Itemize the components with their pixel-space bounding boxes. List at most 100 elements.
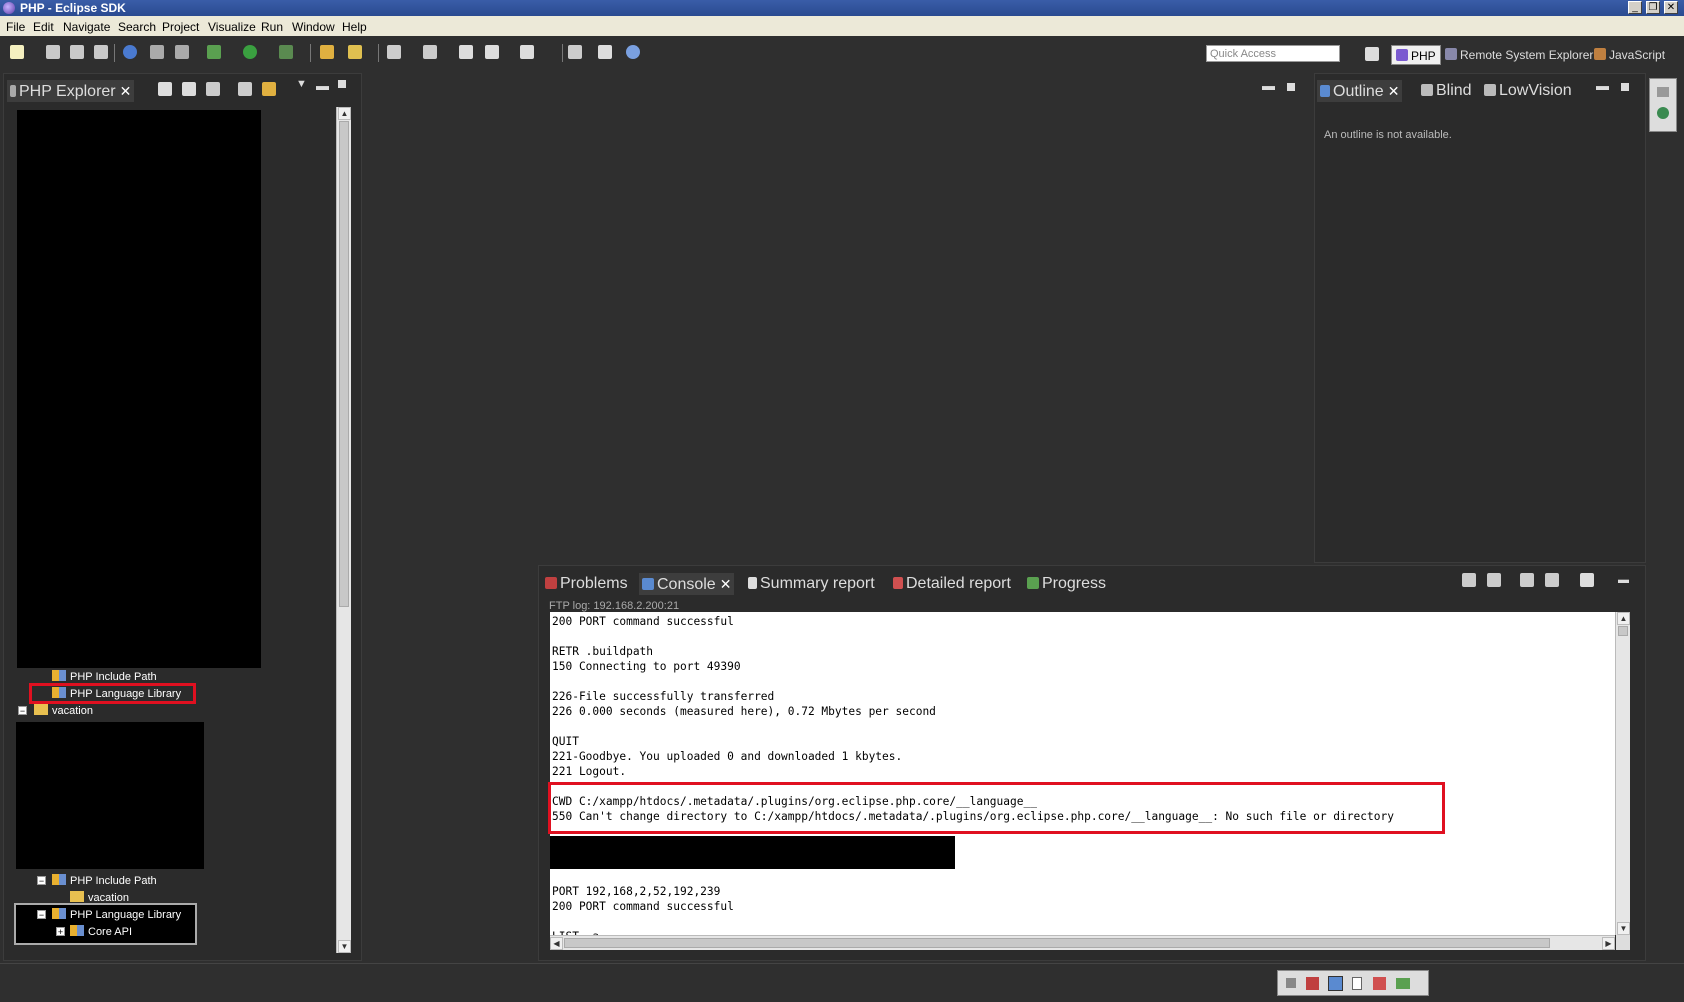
cogs-icon[interactable] xyxy=(175,45,189,59)
tree-item-php-include-path[interactable]: PHP Include Path xyxy=(52,670,157,683)
brush-icon[interactable] xyxy=(598,45,612,59)
forward-icon[interactable] xyxy=(182,82,196,96)
globe-icon[interactable] xyxy=(123,45,137,59)
print-icon[interactable] xyxy=(94,45,108,59)
scroll-right-arrow[interactable]: ▶ xyxy=(1602,937,1615,950)
menu-navigate[interactable]: Navigate xyxy=(63,20,110,34)
menu-visualize[interactable]: Visualize xyxy=(208,20,256,34)
menu-file[interactable]: File xyxy=(6,20,25,34)
scroll-down-arrow[interactable]: ▼ xyxy=(1617,922,1630,935)
run-icon[interactable] xyxy=(243,45,257,59)
minimize-view-icon[interactable]: ▬ xyxy=(1618,574,1629,586)
maximize-view-icon[interactable] xyxy=(1621,83,1629,91)
debug-icon[interactable] xyxy=(207,45,221,59)
menu-project[interactable]: Project xyxy=(162,20,199,34)
tab-progress[interactable]: Progress xyxy=(1027,573,1106,595)
open-perspective-icon[interactable] xyxy=(1365,47,1379,61)
restore-icon[interactable] xyxy=(1657,87,1669,97)
console-scrollbar-vertical[interactable]: ▲ ▼ xyxy=(1615,612,1630,935)
restore-button[interactable]: ❐ xyxy=(1646,1,1660,14)
console-output[interactable]: 200 PORT command successful RETR .buildpa… xyxy=(550,612,1615,935)
close-icon[interactable]: ✕ xyxy=(120,83,132,99)
tree-item-php-language-library-2[interactable]: PHP Language Library xyxy=(52,908,181,921)
tab-detailed-report[interactable]: Detailed report xyxy=(893,573,1011,595)
expand-icon[interactable]: + xyxy=(56,927,65,937)
gear-icon[interactable] xyxy=(150,45,164,59)
clear-console-icon[interactable] xyxy=(1462,573,1476,587)
scroll-up-arrow[interactable]: ▲ xyxy=(1617,612,1630,625)
next-annotation-icon[interactable] xyxy=(387,45,401,59)
minimize-view-icon[interactable]: ▬ xyxy=(1596,78,1609,93)
accessibility-icon[interactable] xyxy=(626,45,640,59)
explorer-scrollbar[interactable]: ▲ ▼ xyxy=(336,107,351,953)
back-icon[interactable] xyxy=(485,45,499,59)
maximize-editor-icon[interactable] xyxy=(1287,83,1295,91)
accessibility-view-icon[interactable] xyxy=(1657,107,1669,119)
scroll-left-arrow[interactable]: ◀ xyxy=(550,937,563,950)
tab-console[interactable]: Console ✕ xyxy=(639,573,735,595)
menu-window[interactable]: Window xyxy=(292,20,335,34)
minimize-button[interactable]: _ xyxy=(1628,1,1642,14)
external-tools-icon[interactable] xyxy=(279,45,293,59)
save-icon[interactable] xyxy=(46,45,60,59)
up-icon[interactable] xyxy=(206,82,220,96)
view-menu-icon[interactable]: ▼ xyxy=(296,78,307,90)
pin-editor-icon[interactable] xyxy=(568,45,582,59)
minimize-view-icon[interactable]: ▬ xyxy=(316,78,329,93)
tree-item-php-include-path-2[interactable]: PHP Include Path xyxy=(52,874,157,887)
open-folder-icon[interactable] xyxy=(320,45,334,59)
perspective-javascript[interactable]: JavaScript xyxy=(1594,45,1665,65)
tab-blind[interactable]: Blind xyxy=(1421,80,1472,102)
tab-php-explorer[interactable]: PHP Explorer ✕ xyxy=(7,80,135,102)
pin-console-icon[interactable] xyxy=(1520,573,1534,587)
previous-annotation-icon[interactable] xyxy=(423,45,437,59)
tree-item-vacation-project[interactable]: vacation xyxy=(34,704,93,717)
last-edit-icon[interactable] xyxy=(459,45,473,59)
link-with-editor-icon[interactable] xyxy=(262,82,276,96)
close-icon[interactable]: ✕ xyxy=(1388,83,1400,99)
scroll-down-arrow[interactable]: ▼ xyxy=(338,940,351,953)
perspective-php[interactable]: PHP xyxy=(1391,45,1441,65)
tree-item-label: PHP Include Path xyxy=(70,875,157,887)
pencil-icon[interactable] xyxy=(348,45,362,59)
report-icon[interactable] xyxy=(1373,977,1386,990)
toolbar-separator xyxy=(378,44,379,62)
tab-lowvision[interactable]: LowVision xyxy=(1484,80,1572,102)
new-icon[interactable] xyxy=(10,45,24,59)
tree-item-core-api[interactable]: Core API xyxy=(70,925,132,938)
close-icon[interactable]: ✕ xyxy=(720,576,732,592)
close-window-button[interactable]: ✕ xyxy=(1664,1,1678,14)
perspective-remote-system-explorer[interactable]: Remote System Explorer xyxy=(1445,45,1593,65)
display-console-icon[interactable] xyxy=(1545,573,1559,587)
forward-icon[interactable] xyxy=(520,45,534,59)
maximize-view-icon[interactable] xyxy=(338,80,346,88)
collapse-icon[interactable]: − xyxy=(37,910,46,920)
collapse-icon[interactable]: − xyxy=(37,876,46,886)
menu-help[interactable]: Help xyxy=(342,20,367,34)
save-all-icon[interactable] xyxy=(70,45,84,59)
minimize-editor-icon[interactable]: ▬ xyxy=(1262,78,1275,93)
progress-icon xyxy=(1027,577,1039,589)
progress-icon[interactable] xyxy=(1396,978,1410,989)
scroll-lock-icon[interactable] xyxy=(1487,573,1501,587)
back-icon[interactable] xyxy=(158,82,172,96)
restore-icon[interactable] xyxy=(1286,978,1296,988)
tab-summary-report[interactable]: Summary report xyxy=(748,573,875,595)
menu-edit[interactable]: Edit xyxy=(33,20,54,34)
console-icon[interactable] xyxy=(1328,976,1343,991)
console-scrollbar-horizontal[interactable]: ◀ ▶ xyxy=(550,935,1615,950)
tab-problems[interactable]: Problems xyxy=(545,573,628,595)
document-icon[interactable] xyxy=(1352,977,1362,990)
menu-run[interactable]: Run xyxy=(261,20,283,34)
scroll-thumb[interactable] xyxy=(339,121,349,607)
tab-outline[interactable]: Outline ✕ xyxy=(1317,80,1403,102)
menu-search[interactable]: Search xyxy=(118,20,156,34)
collapse-all-icon[interactable] xyxy=(238,82,252,96)
open-console-icon[interactable] xyxy=(1580,573,1594,587)
scroll-thumb[interactable] xyxy=(1618,626,1628,636)
quick-access-input[interactable]: Quick Access xyxy=(1206,45,1340,62)
scroll-up-arrow[interactable]: ▲ xyxy=(338,107,351,120)
scroll-thumb[interactable] xyxy=(564,938,1550,948)
problems-icon[interactable] xyxy=(1306,977,1319,990)
collapse-icon[interactable]: − xyxy=(18,706,27,716)
